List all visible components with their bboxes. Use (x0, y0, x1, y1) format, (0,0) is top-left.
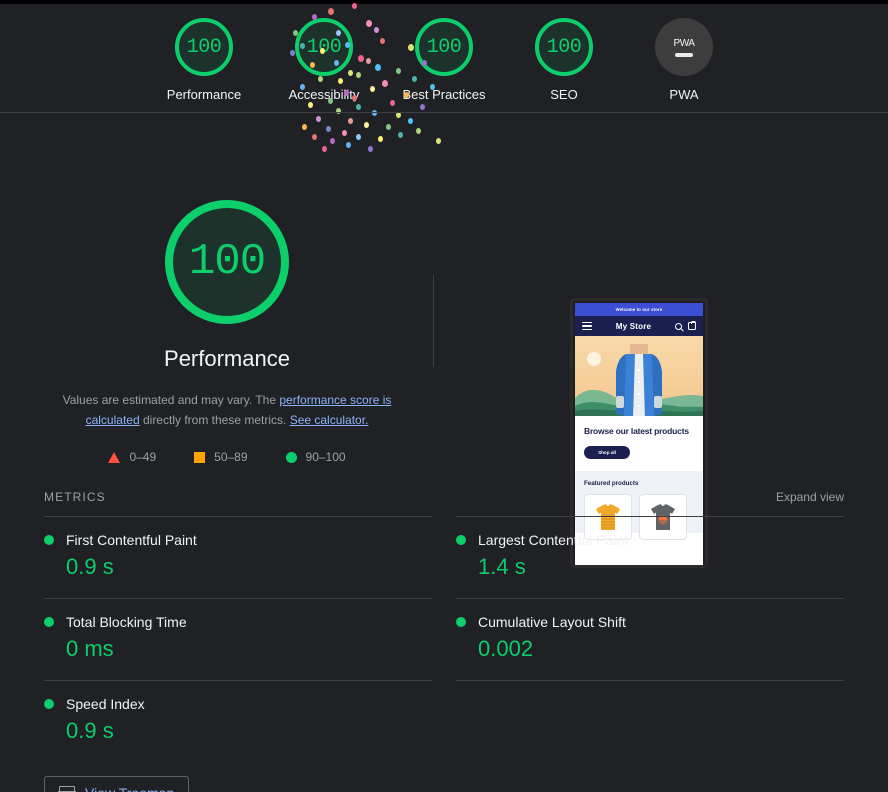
shopping-bag-icon (687, 320, 696, 330)
score-gauge-value: 100 (186, 35, 222, 59)
score-gauge-value: 100 (306, 35, 342, 59)
metrics-grid: First Contentful Paint 0.9 s Largest Conte… (44, 516, 844, 762)
view-treemap-button[interactable]: View Treemap (44, 776, 190, 792)
disclaimer-text-1: Values are estimated and may vary. The (62, 393, 280, 407)
score-gauge-item[interactable]: 100 Performance (144, 4, 264, 102)
performance-gauge-block: 100 Performance Values are estimated and… (44, 200, 410, 464)
metrics-title: METRICS (44, 490, 106, 504)
metric-name: Total Blocking Time (66, 614, 187, 630)
expand-view-toggle[interactable]: Expand view (776, 490, 844, 504)
promo-heading: Browse our latest products (584, 426, 689, 436)
metric-name: First Contentful Paint (66, 532, 197, 548)
performance-score: 100 (188, 237, 266, 287)
navbar-icons (674, 320, 696, 330)
metric-item[interactable]: Cumulative Layout Shift 0.002 (456, 598, 844, 680)
metric-item[interactable]: Total Blocking Time 0 ms (44, 598, 432, 680)
metrics-header: METRICS Expand view (44, 490, 844, 516)
metric-grid-filler (456, 680, 844, 681)
featured-heading: Featured products (584, 480, 639, 487)
legend-item: 90–100 (285, 450, 346, 464)
score-gauge-value: 100 (546, 35, 582, 59)
pwa-badge-label: PWA (673, 37, 695, 49)
legend-item: 50–89 (194, 450, 248, 464)
metric-name: Largest Contentful Paint (478, 532, 629, 548)
score-gauge-ring[interactable]: 100 (535, 18, 593, 76)
scores-header: 100 Performance 100 Accessibility 100 Best Pr… (0, 4, 888, 112)
score-gauge-label: Best Practices (402, 87, 486, 102)
metric-item[interactable]: Speed Index 0.9 s (44, 680, 432, 762)
score-gauge-ring[interactable]: 100 (175, 18, 233, 76)
score-gauge-label: PWA (669, 87, 699, 102)
disclaimer-text-2: directly from these metrics. (139, 413, 290, 427)
score-gauge-value: 100 (426, 35, 462, 59)
metric-value: 1.4 s (478, 554, 526, 579)
circle-icon (285, 451, 297, 463)
score-gauge-label: Accessibility (288, 87, 360, 102)
search-icon (674, 322, 682, 330)
metric-status-circle-icon (44, 699, 54, 709)
performance-title: Performance (164, 346, 290, 371)
score-gauge-item[interactable]: 100 Best Practices (384, 4, 504, 102)
score-gauges-row: 100 Performance 100 Accessibility 100 Best Pr… (0, 4, 888, 112)
score-gauge-item[interactable]: 100 Accessibility (264, 4, 384, 102)
legend-range: 90–100 (305, 450, 346, 464)
score-legend: 0–49 50–89 90–100 (108, 450, 346, 464)
metric-row: Total Blocking Time (44, 614, 432, 630)
legend-range: 50–89 (214, 450, 248, 464)
shop-all-label: Shop all (598, 450, 616, 455)
metric-status-circle-icon (44, 535, 54, 545)
score-gauge-ring[interactable]: 100 (415, 18, 473, 76)
metric-row: First Contentful Paint (44, 532, 432, 548)
shop-all-button[interactable]: Shop all (584, 446, 630, 459)
pwa-dash-icon (675, 52, 693, 57)
score-gauge-item[interactable]: PWA PWA (624, 4, 744, 102)
legend-range: 0–49 (129, 450, 157, 464)
store-navbar: My Store (575, 316, 703, 336)
treemap-icon (58, 786, 76, 792)
score-gauge-ring[interactable]: 100 (295, 18, 353, 76)
metric-row: Speed Index (44, 696, 432, 712)
metric-row: Cumulative Layout Shift (456, 614, 844, 630)
metric-item[interactable]: Largest Contentful Paint 1.4 s (456, 516, 844, 598)
performance-section: 100 Performance Values are estimated and… (0, 113, 888, 568)
triangle-icon (108, 451, 121, 463)
pwa-badge[interactable]: PWA (655, 18, 713, 76)
metric-value: 0 ms (66, 636, 114, 661)
store-promo-block: Browse our latest products Shop all (575, 416, 703, 471)
person-illustration (616, 344, 662, 416)
metric-item[interactable]: First Contentful Paint 0.9 s (44, 516, 432, 598)
store-hero-image (575, 336, 703, 416)
metric-status-circle-icon (44, 617, 54, 627)
metric-status-circle-icon (456, 617, 466, 627)
score-gauge-item[interactable]: 100 SEO (504, 4, 624, 102)
see-calculator-link[interactable]: See calculator. (290, 413, 369, 427)
score-gauge-label: Performance (166, 87, 242, 102)
metric-value: 0.9 s (66, 718, 114, 743)
sun-graphic (587, 352, 601, 366)
store-announcement-bar: Welcome to our store (575, 303, 703, 316)
view-treemap-label: View Treemap (85, 785, 174, 792)
store-name: My Store (615, 321, 652, 331)
vertical-divider (433, 275, 434, 367)
lighthouse-report: 100 Performance 100 Accessibility 100 Best Pr… (0, 0, 888, 792)
announcement-text: Welcome to our store (615, 307, 663, 312)
metric-value: 0.002 (478, 636, 534, 661)
score-gauge-label: SEO (550, 87, 578, 102)
metric-name: Speed Index (66, 696, 145, 712)
square-icon (194, 451, 206, 463)
metric-value: 0.9 s (66, 554, 114, 579)
performance-gauge[interactable]: 100 (165, 200, 289, 324)
hamburger-menu-icon (582, 321, 592, 331)
treemap-button-wrap: View Treemap (44, 776, 844, 792)
metric-row: Largest Contentful Paint (456, 532, 844, 548)
legend-item: 0–49 (108, 450, 156, 464)
metric-status-circle-icon (456, 535, 466, 545)
metric-name: Cumulative Layout Shift (478, 614, 626, 630)
metrics-section: METRICS Expand view First Contentful Pai… (0, 490, 888, 792)
performance-disclaimer: Values are estimated and may vary. The p… (57, 390, 397, 430)
